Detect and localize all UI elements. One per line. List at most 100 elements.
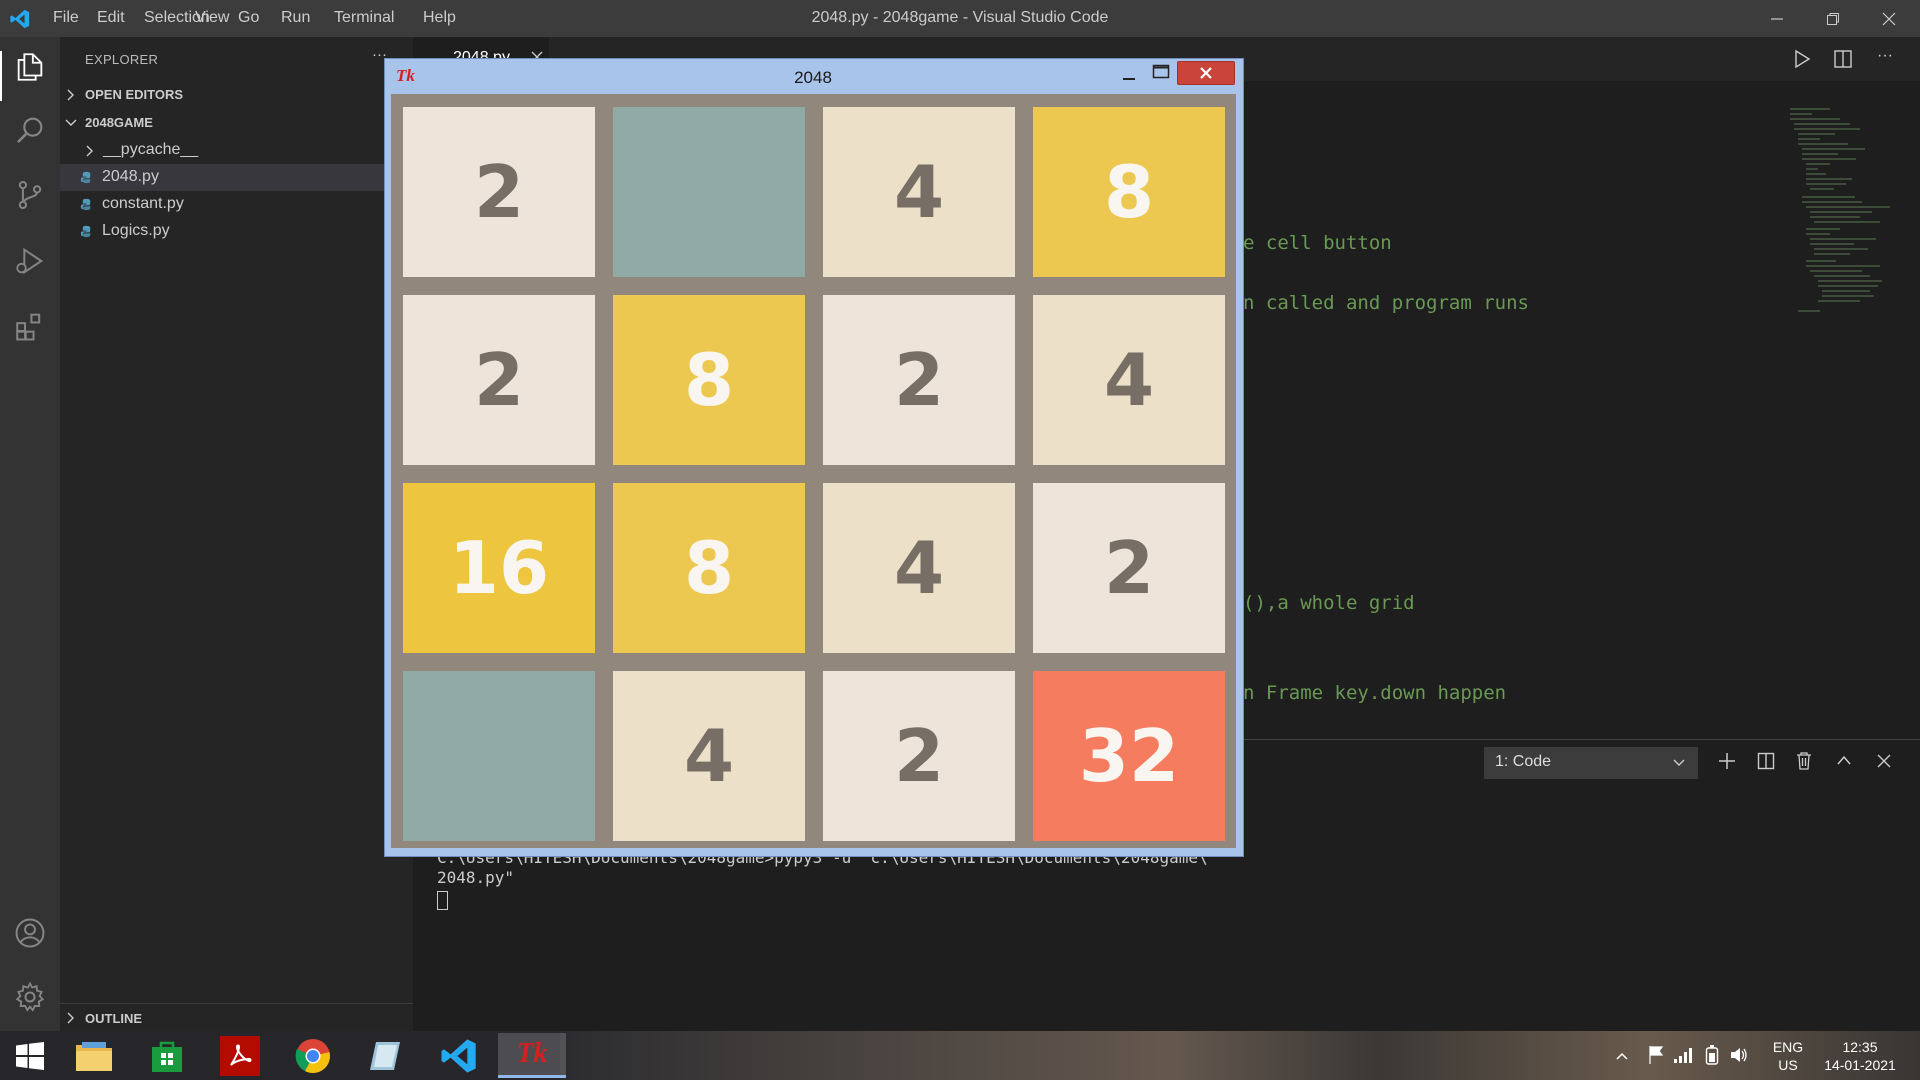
outline-label: OUTLINE (85, 1011, 143, 1026)
chevron-right-icon (67, 1012, 74, 1024)
open-editors-label: OPEN EDITORS (85, 87, 184, 102)
tree-item-label: constant.py (102, 195, 184, 212)
window-title: 2048.py - 2048game - Visual Studio Code (811, 9, 1109, 26)
clock-time: 12:35 (1842, 1039, 1878, 1055)
tree-item-label: 2048.py (102, 168, 159, 185)
close-icon (1200, 67, 1212, 79)
new-terminal-icon[interactable] (1718, 752, 1736, 770)
language-code: ENG (1772, 1039, 1804, 1055)
game-tile: 4 (1033, 295, 1225, 465)
open-editors-section[interactable]: OPEN EDITORS (60, 81, 413, 108)
game-tile: 2 (823, 671, 1015, 841)
windows-logo-icon (16, 1041, 44, 1070)
game-tile: 2 (823, 295, 1015, 465)
tree-item-constantpy[interactable]: constant.py (60, 191, 413, 218)
search-icon[interactable] (13, 113, 47, 147)
close-icon[interactable] (1866, 2, 1912, 36)
game-tile: 16 (403, 483, 595, 653)
chevron-right-icon (67, 89, 74, 101)
terminal-line: 2048.py" (437, 868, 515, 887)
explorer-icon[interactable] (13, 50, 47, 84)
split-editor-icon[interactable] (1833, 49, 1853, 69)
run-file-icon[interactable] (1793, 49, 1811, 69)
volume-icon[interactable] (1729, 1045, 1749, 1065)
close-panel-icon[interactable] (1877, 754, 1891, 768)
acrobat-icon (220, 1035, 260, 1076)
clock-date: 14-01-2021 (1824, 1057, 1896, 1073)
taskbar-acrobat[interactable] (206, 1033, 274, 1078)
code-line[interactable]: e cell button (1243, 232, 1392, 254)
account-icon[interactable] (13, 916, 47, 950)
trash-icon[interactable] (1796, 751, 1812, 770)
terminal-select-value: 1: Code (1495, 753, 1552, 770)
python-file-icon (80, 198, 91, 211)
game-tile: 2 (403, 295, 595, 465)
battery-icon[interactable] (1705, 1044, 1719, 1066)
game-tile: 2 (1033, 483, 1225, 653)
tk-minimize-icon[interactable] (1121, 66, 1137, 82)
source-control-icon[interactable] (13, 178, 47, 212)
network-icon[interactable] (1673, 1046, 1693, 1064)
run-debug-icon[interactable] (13, 244, 47, 278)
folder-label: 2048GAME (85, 115, 153, 130)
tk-close-button[interactable] (1177, 61, 1235, 85)
game-tile: 32 (1033, 671, 1225, 841)
game-tile: 4 (823, 483, 1015, 653)
folder-icon (76, 1041, 112, 1071)
code-line[interactable]: n called and program runs (1243, 292, 1529, 314)
tree-item-label: __pycache__ (103, 141, 199, 158)
restore-icon[interactable] (1810, 2, 1856, 36)
tk-logo-icon: Tk (516, 1038, 548, 1069)
tree-item-logicspy[interactable]: Logics.py (60, 218, 413, 245)
tree-item-label: Logics.py (102, 222, 170, 239)
game-tile: 2 (403, 107, 595, 277)
taskbar-store[interactable] (133, 1033, 201, 1078)
start-button[interactable] (0, 1033, 60, 1078)
tree-item-pycache[interactable]: __pycache__ (60, 137, 413, 164)
show-hidden-icons-icon[interactable] (1616, 1052, 1628, 1060)
game-tile: 8 (613, 295, 805, 465)
notepad-icon (370, 1041, 400, 1070)
settings-gear-icon[interactable] (13, 980, 47, 1014)
code-line[interactable]: (),a whole grid (1243, 592, 1415, 614)
game-tile (403, 671, 595, 841)
sidebar-title: EXPLORER (85, 52, 159, 67)
minimize-icon[interactable] (1754, 2, 1800, 36)
taskbar-vscode[interactable] (425, 1033, 493, 1078)
clock[interactable]: 12:35 14-01-2021 (1810, 1038, 1910, 1074)
minimap[interactable] (1790, 105, 1900, 335)
outline-section[interactable]: OUTLINE (60, 1003, 413, 1032)
tk-window-title: 2048 (794, 68, 832, 87)
python-file-icon (80, 225, 91, 238)
terminal-select[interactable]: 1: Code (1484, 747, 1698, 779)
chevron-right-icon (86, 145, 93, 157)
chevron-down-icon (1673, 759, 1685, 766)
chevron-down-icon (65, 119, 77, 126)
taskbar-file-explorer[interactable] (60, 1033, 128, 1078)
language-indicator[interactable]: ENG US (1768, 1038, 1808, 1074)
game-tile: 4 (823, 107, 1015, 277)
folder-section-2048game[interactable]: 2048GAME (60, 109, 413, 136)
taskbar-chrome[interactable] (279, 1033, 347, 1078)
python-file-icon (80, 171, 91, 184)
game-tile: 8 (613, 483, 805, 653)
code-line[interactable]: n Frame key.down happen (1243, 682, 1506, 704)
tree-item-2048py[interactable]: 2048.py (60, 164, 413, 191)
store-icon (152, 1041, 182, 1072)
tk-maximize-icon[interactable] (1152, 64, 1170, 80)
split-terminal-icon[interactable] (1757, 752, 1775, 770)
extensions-icon[interactable] (13, 309, 47, 343)
maximize-panel-icon[interactable] (1836, 754, 1852, 766)
taskbar-tk-app[interactable]: Tk (498, 1033, 566, 1078)
taskbar-app[interactable] (352, 1033, 420, 1078)
action-center-flag-icon[interactable] (1647, 1045, 1665, 1065)
language-region: US (1778, 1057, 1798, 1073)
game-tile (613, 107, 805, 277)
terminal-cursor (437, 891, 448, 910)
vscode-icon (441, 1038, 476, 1073)
game-tile: 8 (1033, 107, 1225, 277)
active-indicator (0, 51, 2, 101)
editor-more-icon[interactable]: ··· (1877, 47, 1893, 65)
chrome-icon (295, 1038, 330, 1073)
game-tile: 4 (613, 671, 805, 841)
